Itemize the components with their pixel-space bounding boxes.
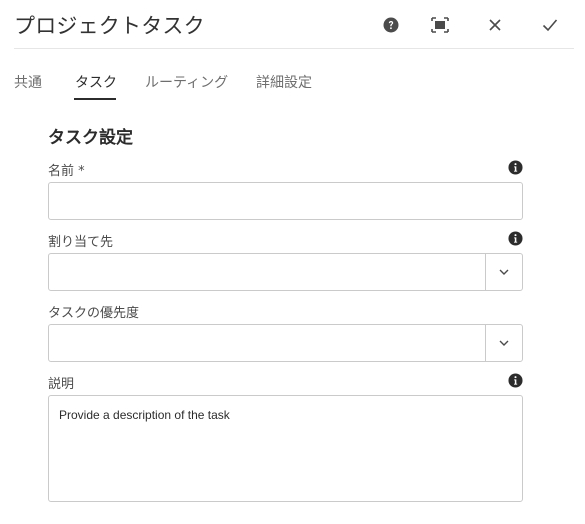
fullscreen-icon	[431, 17, 449, 33]
info-icon[interactable]	[508, 231, 523, 246]
priority-select[interactable]	[48, 324, 523, 362]
assignee-select[interactable]	[48, 253, 523, 291]
description-label: 説明	[48, 377, 75, 392]
info-icon[interactable]	[508, 160, 523, 175]
description-value: Provide a description of the task	[59, 408, 230, 422]
tab-advanced[interactable]: 詳細設定	[256, 72, 312, 92]
checkmark-icon	[542, 19, 558, 32]
help-icon	[383, 17, 399, 33]
close-icon	[489, 19, 501, 31]
description-textarea[interactable]: Provide a description of the task	[48, 395, 523, 502]
priority-label: タスクの優先度	[48, 306, 140, 321]
tab-common[interactable]: 共通	[14, 72, 42, 92]
assignee-label: 割り当て先	[48, 235, 114, 250]
tab-bar: 共通 タスク ルーティング 詳細設定	[0, 62, 585, 102]
priority-dropdown-button[interactable]	[485, 325, 522, 361]
help-button[interactable]	[378, 12, 404, 38]
chevron-down-icon	[499, 269, 509, 275]
fullscreen-button[interactable]	[427, 12, 453, 38]
name-label: 名前 *	[48, 164, 85, 179]
header-divider	[14, 48, 574, 49]
chevron-down-icon	[499, 340, 509, 346]
section-title: タスク設定	[48, 128, 133, 148]
assignee-dropdown-button[interactable]	[485, 254, 522, 290]
confirm-button[interactable]	[537, 12, 563, 38]
tab-routing[interactable]: ルーティング	[145, 72, 228, 92]
active-tab-indicator	[74, 98, 116, 100]
close-button[interactable]	[482, 12, 508, 38]
project-task-dialog: プロジェクトタスク 共通 タスク ルーティング 詳細設定 タスク設定 名前 * …	[0, 0, 585, 524]
dialog-header: プロジェクトタスク	[0, 0, 585, 48]
dialog-title: プロジェクトタスク	[14, 14, 205, 38]
name-field[interactable]	[48, 182, 523, 220]
info-icon[interactable]	[508, 373, 523, 388]
tab-task[interactable]: タスク	[75, 72, 117, 92]
